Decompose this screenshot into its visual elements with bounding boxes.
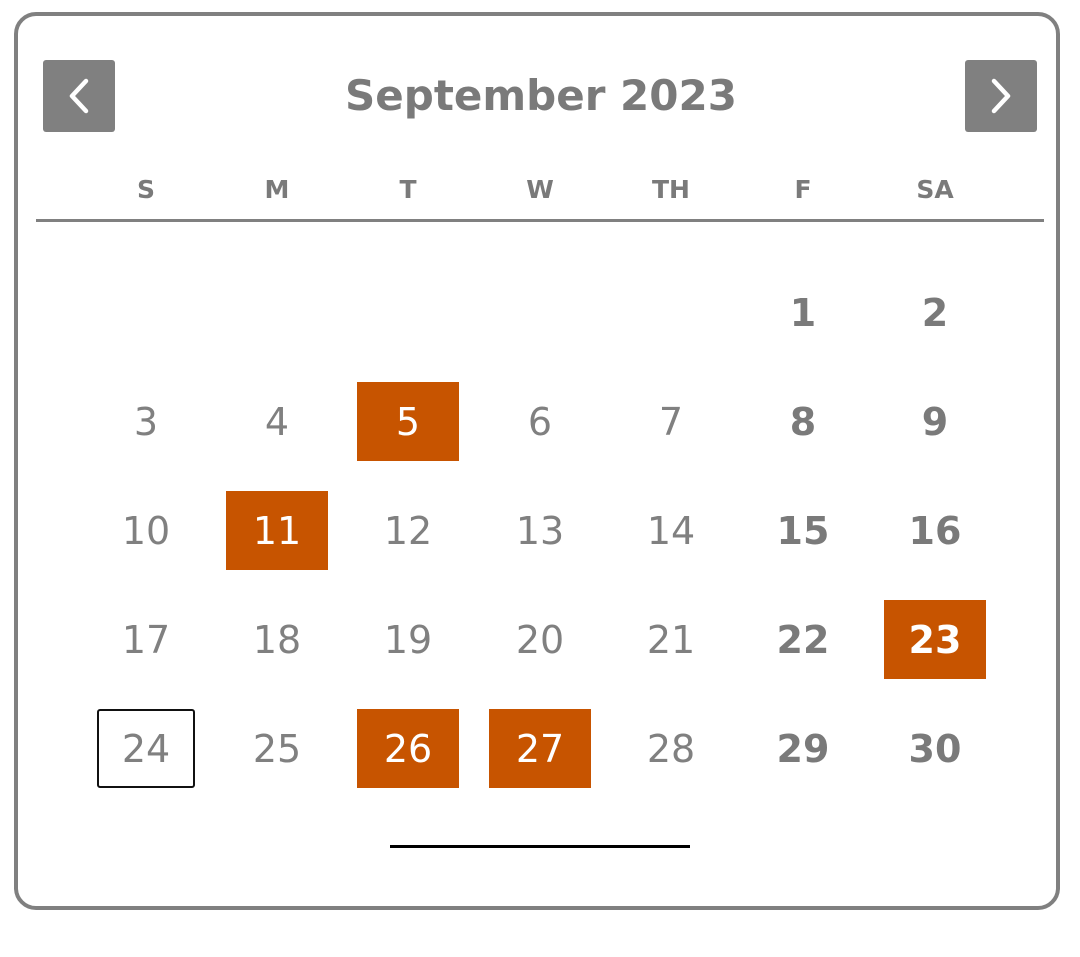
day-cell-5[interactable]: 5: [357, 382, 459, 461]
day-cell-27[interactable]: 27: [489, 709, 591, 788]
day-cell-10[interactable]: 10: [95, 491, 197, 570]
next-month-button[interactable]: [965, 60, 1037, 132]
day-cell-12[interactable]: 12: [357, 491, 459, 570]
day-cell-26[interactable]: 26: [357, 709, 459, 788]
weekday-label: M: [264, 175, 290, 204]
day-cell-4[interactable]: 4: [226, 382, 328, 461]
day-cell-1[interactable]: 1: [752, 273, 854, 352]
day-cell-18[interactable]: 18: [226, 600, 328, 679]
day-cell-6[interactable]: 6: [489, 382, 591, 461]
day-cell-15[interactable]: 15: [752, 491, 854, 570]
day-cell-28[interactable]: 28: [620, 709, 722, 788]
weekday-label: SA: [916, 175, 954, 204]
day-cell-14[interactable]: 14: [620, 491, 722, 570]
day-cell-13[interactable]: 13: [489, 491, 591, 570]
weekday-label: TH: [652, 175, 690, 204]
header-divider: [36, 219, 1044, 222]
day-cell-30[interactable]: 30: [884, 709, 986, 788]
day-cell-21[interactable]: 21: [620, 600, 722, 679]
day-cell-8[interactable]: 8: [752, 382, 854, 461]
day-cell-23[interactable]: 23: [884, 600, 986, 679]
weekday-label: F: [794, 175, 812, 204]
day-cell-17[interactable]: 17: [95, 600, 197, 679]
day-cell-20[interactable]: 20: [489, 600, 591, 679]
day-cell-9[interactable]: 9: [884, 382, 986, 461]
month-title: September 2023: [345, 71, 737, 120]
chevron-right-icon: [991, 78, 1011, 114]
bottom-indicator-bar: [390, 845, 690, 848]
day-cell-25[interactable]: 25: [226, 709, 328, 788]
day-cell-16[interactable]: 16: [884, 491, 986, 570]
day-cell-2[interactable]: 2: [884, 273, 986, 352]
day-cell-11[interactable]: 11: [226, 491, 328, 570]
weekday-label: S: [136, 175, 155, 204]
day-cell-24[interactable]: 24: [97, 709, 195, 788]
weekday-label: W: [526, 175, 554, 204]
day-cell-22[interactable]: 22: [752, 600, 854, 679]
day-cell-29[interactable]: 29: [752, 709, 854, 788]
weekday-label: T: [399, 175, 417, 204]
calendar-widget: September 2023 S M T W TH F SA 1 2 3 4 5 6 7 8 9 10 11 12…: [14, 12, 1060, 910]
day-cell-19[interactable]: 19: [357, 600, 459, 679]
day-cell-3[interactable]: 3: [95, 382, 197, 461]
day-cell-7[interactable]: 7: [620, 382, 722, 461]
